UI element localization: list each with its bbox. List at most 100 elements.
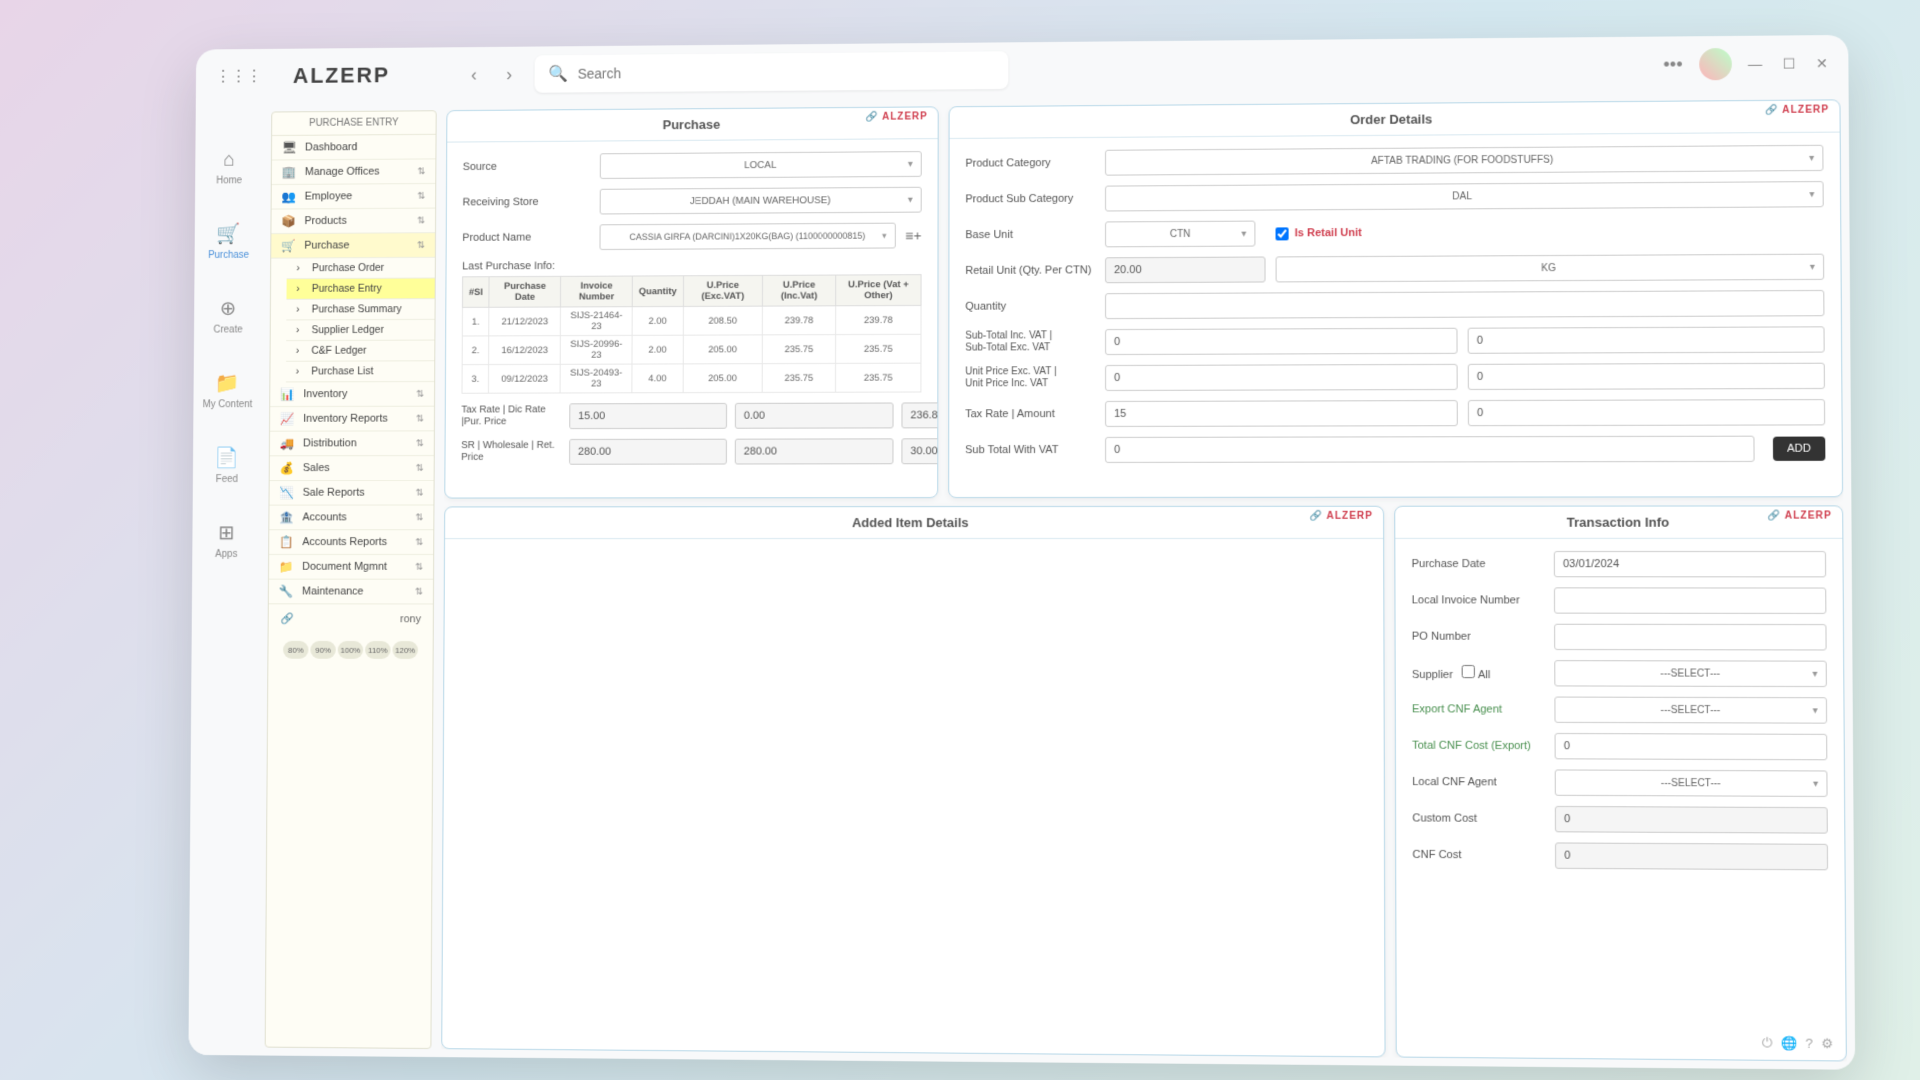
sidebar-item-sale-reports[interactable]: 📉Sale Reports⇅ — [269, 481, 433, 506]
sidebar-item-employee[interactable]: 👥Employee⇅ — [272, 184, 436, 210]
table-cell: 09/12/2023 — [489, 364, 561, 393]
sidebar-label: Maintenance — [302, 586, 364, 598]
table-cell: 2.00 — [632, 335, 683, 364]
quantity-label: Quantity — [965, 300, 1095, 313]
sidebar-item-inventory[interactable]: 📊Inventory⇅ — [270, 382, 434, 407]
unitprice-exc-input[interactable] — [1105, 364, 1458, 391]
settings-icon[interactable]: ⚙ — [1821, 1036, 1833, 1052]
add-product-icon[interactable]: ≡+ — [905, 227, 921, 243]
zoom-100%[interactable]: 100% — [338, 641, 364, 659]
rail-item-home[interactable]: ⌂Home — [210, 143, 248, 192]
nav-back-icon[interactable]: ‹ — [460, 61, 487, 89]
rail-item-apps[interactable]: ⊞Apps — [209, 514, 243, 565]
store-label: Receiving Store — [463, 196, 590, 209]
sidebar-item-accounts-reports[interactable]: 📋Accounts Reports⇅ — [269, 530, 433, 555]
zoom-90%[interactable]: 90% — [310, 641, 336, 659]
globe-icon[interactable]: 🌐 — [1781, 1035, 1798, 1051]
sidebar-subitem-purchase-entry[interactable]: ›Purchase Entry — [286, 278, 434, 299]
sidebar-subitem-c&f-ledger[interactable]: ›C&F Ledger — [286, 341, 434, 362]
help-icon[interactable]: ? — [1806, 1036, 1814, 1052]
sidebar-item-maintenance[interactable]: 🔧Maintenance⇅ — [269, 580, 433, 605]
subtotal-vat-input[interactable] — [1105, 436, 1754, 463]
quantity-input[interactable] — [1105, 290, 1824, 319]
purchase-date-input[interactable] — [1554, 551, 1826, 577]
sidebar-subitem-purchase-summary[interactable]: ›Purchase Summary — [286, 299, 434, 320]
sidebar-icon: 🔧 — [279, 585, 295, 599]
sidebar-item-document-mgmnt[interactable]: 📁Document Mgmnt⇅ — [269, 555, 433, 580]
zoom-110%[interactable]: 110% — [365, 641, 391, 659]
sidebar-item-distribution[interactable]: 🚚Distribution⇅ — [270, 431, 434, 456]
table-cell: 208.50 — [683, 306, 762, 335]
category-select[interactable]: AFTAB TRADING (FOR FOODSTUFFS) — [1105, 145, 1823, 176]
export-agent-select[interactable]: ---SELECT--- — [1554, 697, 1827, 724]
sidebar-item-manage-offices[interactable]: 🏢Manage Offices⇅ — [272, 159, 436, 185]
added-title: Added Item Details — [445, 507, 1383, 539]
sidebar-item-dashboard[interactable]: 🖥Dashboard — [272, 135, 436, 161]
rail-icon: ⊕ — [220, 296, 236, 321]
subcategory-select[interactable]: DAL — [1105, 181, 1824, 211]
search-input[interactable] — [578, 62, 995, 81]
custom-cost-label: Custom Cost — [1412, 812, 1544, 825]
more-icon[interactable]: ••• — [1663, 54, 1682, 75]
rail-label: Home — [216, 175, 242, 186]
add-button[interactable]: ADD — [1773, 437, 1826, 461]
sidebar-icon: 🏢 — [281, 165, 297, 179]
sidebar-item-purchase[interactable]: 🛒Purchase⇅ — [271, 233, 435, 258]
retail-checkbox[interactable] — [1276, 227, 1289, 240]
invoice-input[interactable] — [1554, 587, 1826, 614]
subtotal-exc-input[interactable] — [1468, 326, 1825, 353]
rail-item-create[interactable]: ⊕Create — [208, 290, 249, 341]
local-agent-select[interactable]: ---SELECT--- — [1555, 769, 1828, 797]
sidebar-item-products[interactable]: 📦Products⇅ — [271, 209, 435, 235]
sidebar-subitem-supplier-ledger[interactable]: ›Supplier Ledger — [286, 320, 434, 341]
purchase-date-label: Purchase Date — [1412, 558, 1544, 570]
po-input[interactable] — [1554, 624, 1827, 651]
retail-unit-select[interactable]: KG — [1276, 254, 1825, 283]
avatar[interactable] — [1699, 48, 1732, 80]
export-agent-label: Export CNF Agent — [1412, 703, 1544, 715]
zoom-120%[interactable]: 120% — [392, 641, 418, 659]
chevron-icon: ⇅ — [416, 438, 424, 449]
sidebar-label: Manage Offices — [305, 166, 380, 178]
table-cell: 21/12/2023 — [489, 307, 561, 336]
close-icon[interactable]: ✕ — [1816, 55, 1828, 72]
taxrate-input[interactable] — [1105, 400, 1458, 427]
table-cell: 239.78 — [762, 306, 835, 335]
subtotal-label: Sub-Total Inc. VAT |Sub-Total Exc. VAT — [965, 330, 1095, 354]
rail-label: Feed — [216, 474, 238, 485]
minimize-icon[interactable]: — — [1748, 55, 1762, 72]
purchase-title: Purchase — [447, 107, 937, 142]
subtotal-inc-input[interactable] — [1105, 328, 1458, 355]
product-label: Product Name — [462, 231, 589, 244]
total-cnf-input[interactable] — [1555, 733, 1828, 760]
power-icon[interactable]: ⏻ — [1762, 1035, 1773, 1051]
sidebar-subitem-purchase-list[interactable]: ›Purchase List — [286, 361, 434, 382]
username: rony — [400, 613, 421, 625]
taxamount-input[interactable] — [1468, 399, 1825, 426]
supplier-select[interactable]: ---SELECT--- — [1554, 660, 1827, 687]
source-select[interactable]: LOCAL — [600, 151, 922, 179]
sidebar-item-sales[interactable]: 💰Sales⇅ — [270, 456, 434, 481]
search-box[interactable]: 🔍 — [534, 51, 1008, 92]
rail-label: Apps — [215, 549, 237, 560]
unitprice-inc-input[interactable] — [1468, 363, 1825, 390]
sidebar-subitem-purchase-order[interactable]: ›Purchase Order — [287, 258, 435, 279]
store-select[interactable]: JEDDAH (MAIN WAREHOUSE) — [600, 187, 922, 215]
zoom-80%[interactable]: 80% — [283, 641, 308, 659]
maximize-icon[interactable]: ☐ — [1783, 55, 1796, 72]
taxrate-label: Tax Rate | Amount — [965, 408, 1095, 420]
chevron-icon: ⇅ — [415, 561, 423, 572]
supplier-all-checkbox[interactable] — [1462, 665, 1475, 678]
rail-item-purchase[interactable]: 🛒Purchase — [202, 216, 255, 267]
apps-grid-icon[interactable]: ⋮⋮⋮ — [215, 67, 262, 87]
sidebar-item-accounts[interactable]: 🏦Accounts⇅ — [269, 505, 433, 530]
nav-forward-icon[interactable]: › — [495, 60, 523, 88]
base-unit-select[interactable]: CTN — [1105, 221, 1255, 248]
local-agent-label: Local CNF Agent — [1412, 776, 1544, 789]
product-select[interactable]: CASSIA GIRFA (DARCINI)1X20KG(BAG) (11000… — [599, 223, 895, 250]
rail-item-feed[interactable]: 📄Feed — [209, 440, 245, 491]
rail-item-my-content[interactable]: 📁My Content — [197, 365, 259, 416]
sidebar-label: Sale Reports — [303, 487, 365, 499]
retail-qty-input — [1105, 256, 1266, 283]
sidebar-item-inventory-reports[interactable]: 📈Inventory Reports⇅ — [270, 407, 434, 432]
